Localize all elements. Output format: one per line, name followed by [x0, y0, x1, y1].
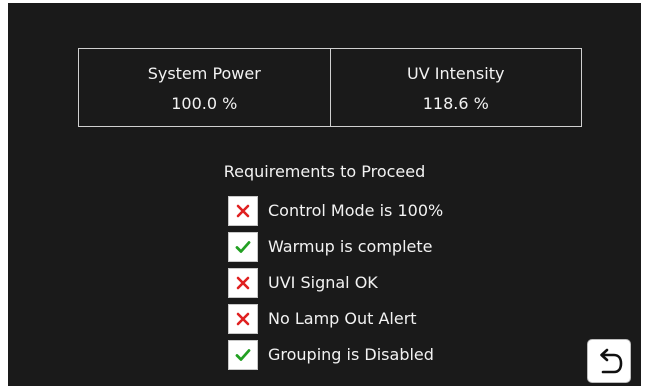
uv-intensity-cell: UV Intensity 118.6 % — [329, 49, 582, 126]
status-panel: System Power 100.0 % UV Intensity 118.6 … — [78, 48, 582, 127]
requirement-status-box — [228, 196, 258, 226]
system-power-label: System Power — [147, 64, 261, 83]
system-power-cell: System Power 100.0 % — [79, 49, 330, 126]
requirements-title: Requirements to Proceed — [223, 162, 426, 181]
requirement-label: No Lamp Out Alert — [268, 309, 417, 328]
requirement-status-box — [228, 304, 258, 334]
requirement-status-box — [228, 232, 258, 262]
uv-intensity-label: UV Intensity — [407, 64, 505, 83]
back-button[interactable] — [587, 339, 631, 383]
requirement-label: Warmup is complete — [268, 237, 433, 256]
system-power-value: 100.0 % — [171, 94, 238, 113]
check-icon — [235, 241, 251, 253]
x-icon — [236, 204, 250, 218]
requirement-label: Grouping is Disabled — [268, 345, 434, 364]
requirement-status-box — [228, 340, 258, 370]
requirement-grouping: Grouping is Disabled — [228, 340, 488, 370]
requirement-control-mode: Control Mode is 100% — [228, 196, 488, 226]
requirement-status-box — [228, 268, 258, 298]
requirement-lamp-out: No Lamp Out Alert — [228, 304, 488, 334]
back-arrow-icon — [600, 348, 623, 374]
requirement-label: UVI Signal OK — [268, 273, 378, 292]
requirement-uvi-signal: UVI Signal OK — [228, 268, 488, 298]
x-icon — [236, 276, 250, 290]
requirement-warmup: Warmup is complete — [228, 232, 488, 262]
requirement-label: Control Mode is 100% — [268, 201, 444, 220]
uv-intensity-value: 118.6 % — [422, 94, 489, 113]
x-icon — [236, 312, 250, 326]
check-icon — [235, 349, 251, 361]
